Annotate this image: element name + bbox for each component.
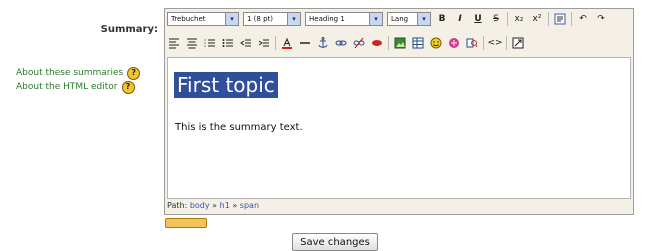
path-bar: Path: body » h1 » span [167, 201, 259, 210]
font-family-value: Trebuchet [171, 15, 206, 23]
toolbar-separator [506, 36, 507, 50]
insert-table-icon[interactable] [411, 36, 425, 50]
path-item-body[interactable]: body [190, 201, 210, 210]
search-replace-icon[interactable] [465, 36, 479, 50]
superscript-button[interactable]: x² [530, 12, 544, 26]
align-left-icon[interactable] [167, 36, 181, 50]
smiley-icon[interactable] [429, 36, 443, 50]
help-links: About these summaries ? About the HTML e… [16, 66, 141, 94]
ordered-list-icon[interactable] [203, 36, 217, 50]
save-changes-button[interactable]: Save changes [292, 233, 378, 251]
content-heading[interactable]: First topic [174, 72, 278, 98]
help-icon[interactable]: ? [127, 66, 141, 80]
toolbar-separator [548, 12, 549, 26]
subscript-button[interactable]: x₂ [512, 12, 526, 26]
toolbar-separator [483, 36, 484, 50]
horizontal-rule-icon[interactable] [298, 36, 312, 50]
paragraph-format-value: Heading 1 [309, 15, 345, 23]
html-editor: Trebuchet ▾ 1 (8 pt) ▾ Heading 1 ▾ Lang … [164, 8, 634, 215]
undo-button[interactable]: ↶ [576, 12, 590, 26]
toolbar-row-1: Trebuchet ▾ 1 (8 pt) ▾ Heading 1 ▾ Lang … [167, 12, 608, 26]
path-item-h1[interactable]: h1 [220, 201, 230, 210]
clean-formatting-icon[interactable] [553, 12, 567, 26]
path-separator: » [212, 201, 218, 210]
path-label: Path: [167, 201, 188, 210]
paragraph-format-select[interactable]: Heading 1 ▾ [305, 12, 383, 26]
strikethrough-button[interactable]: S [489, 12, 503, 26]
help-link-summaries-label[interactable]: About these summaries [16, 66, 123, 80]
path-item-span[interactable]: span [240, 201, 259, 210]
toolbar-separator [571, 12, 572, 26]
editor-status-badge[interactable] [165, 218, 207, 228]
outdent-icon[interactable] [239, 36, 253, 50]
toolbar-separator [275, 36, 276, 50]
text-color-icon[interactable] [280, 36, 294, 50]
editor-content-area[interactable]: First topic This is the summary text. [167, 57, 631, 199]
nolink-icon[interactable] [370, 36, 384, 50]
special-character-icon[interactable] [447, 36, 461, 50]
bold-button[interactable]: B [435, 12, 449, 26]
align-center-icon[interactable] [185, 36, 199, 50]
toolbar-separator [507, 12, 508, 26]
italic-button[interactable]: I [453, 12, 467, 26]
chevron-down-icon[interactable]: ▾ [417, 13, 430, 25]
indent-icon[interactable] [257, 36, 271, 50]
chevron-down-icon[interactable]: ▾ [369, 13, 382, 25]
underline-button[interactable]: U [471, 12, 485, 26]
font-size-select[interactable]: 1 (8 pt) ▾ [243, 12, 301, 26]
help-link-summaries[interactable]: About these summaries ? [16, 66, 141, 80]
help-link-html-editor[interactable]: About the HTML editor ? [16, 80, 140, 94]
language-value: Lang [391, 15, 409, 23]
unlink-icon[interactable] [352, 36, 366, 50]
toolbar-separator [388, 36, 389, 50]
insert-image-icon[interactable] [393, 36, 407, 50]
language-select[interactable]: Lang ▾ [387, 12, 431, 26]
help-link-html-editor-label[interactable]: About the HTML editor [16, 80, 118, 94]
path-separator: » [232, 201, 238, 210]
fullscreen-icon[interactable] [511, 36, 525, 50]
unordered-list-icon[interactable] [221, 36, 235, 50]
toolbar-row-2: <> [167, 36, 525, 50]
summary-label: Summary: [100, 24, 158, 35]
link-icon[interactable] [334, 36, 348, 50]
chevron-down-icon[interactable]: ▾ [287, 13, 300, 25]
redo-button[interactable]: ↷ [594, 12, 608, 26]
font-size-value: 1 (8 pt) [247, 15, 274, 23]
content-body-text[interactable]: This is the summary text. [175, 122, 303, 133]
html-source-button[interactable]: <> [487, 36, 502, 50]
help-icon[interactable]: ? [121, 80, 135, 94]
font-family-select[interactable]: Trebuchet ▾ [167, 12, 239, 26]
chevron-down-icon[interactable]: ▾ [225, 13, 238, 25]
anchor-icon[interactable] [316, 36, 330, 50]
